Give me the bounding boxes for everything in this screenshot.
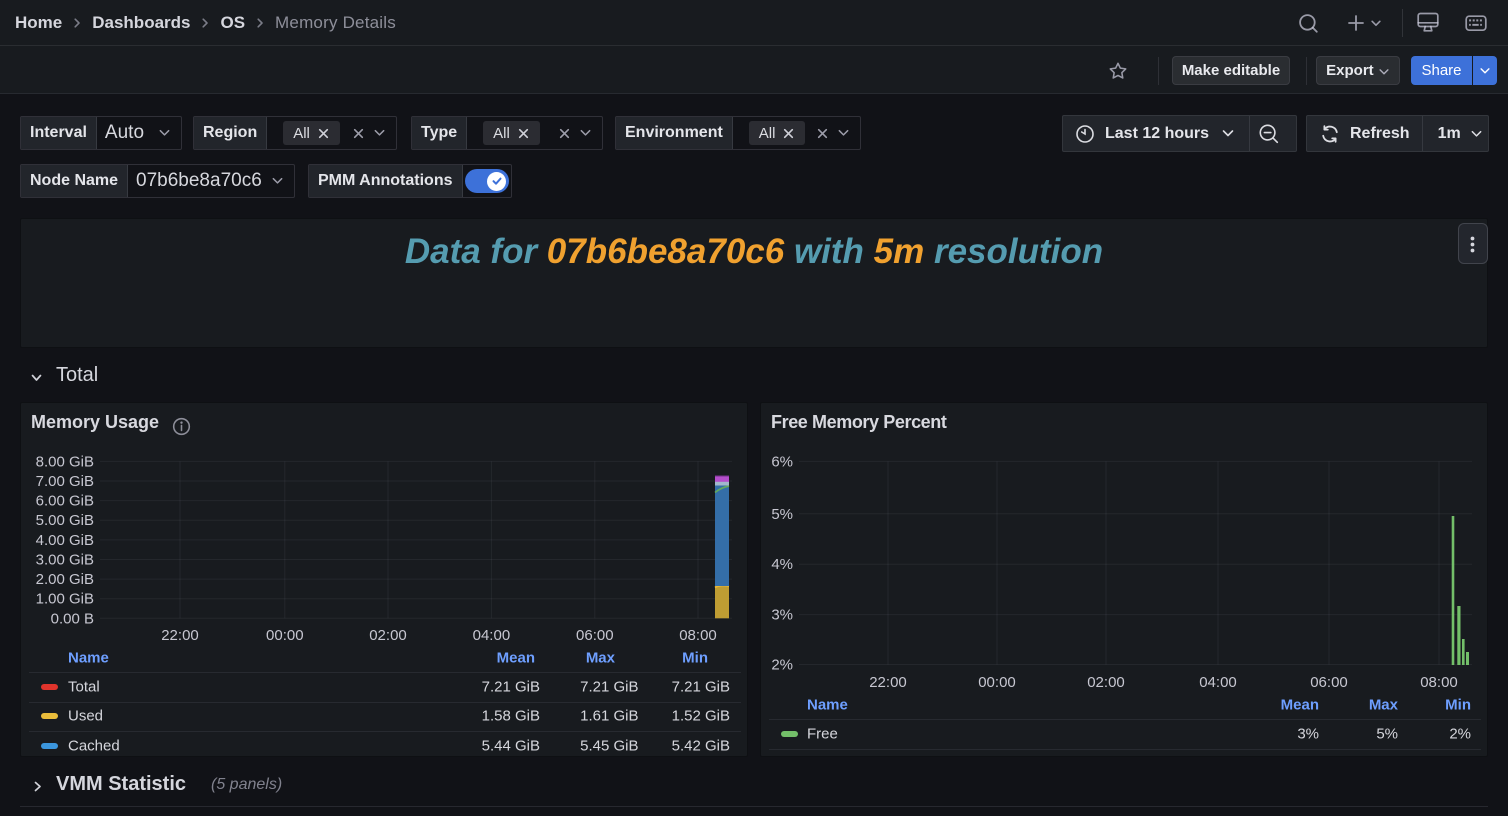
svg-text:7.00 GiB: 7.00 GiB — [36, 473, 94, 490]
svg-text:6.00 GiB: 6.00 GiB — [36, 493, 94, 510]
svg-text:04:00: 04:00 — [473, 627, 511, 644]
svg-text:5%: 5% — [771, 506, 793, 523]
svg-text:4%: 4% — [771, 556, 793, 573]
svg-text:02:00: 02:00 — [369, 627, 407, 644]
svg-text:00:00: 00:00 — [978, 674, 1016, 691]
svg-text:3%: 3% — [771, 607, 793, 624]
svg-text:3.00 GiB: 3.00 GiB — [36, 552, 94, 569]
svg-text:2.00 GiB: 2.00 GiB — [36, 571, 94, 588]
svg-text:06:00: 06:00 — [576, 627, 614, 644]
svg-text:2%: 2% — [771, 657, 793, 674]
svg-text:5.00 GiB: 5.00 GiB — [36, 512, 94, 529]
svg-text:8.00 GiB: 8.00 GiB — [36, 453, 94, 470]
svg-text:0.00 B: 0.00 B — [51, 610, 94, 627]
svg-text:6%: 6% — [771, 453, 793, 470]
svg-text:04:00: 04:00 — [1199, 674, 1237, 691]
svg-text:06:00: 06:00 — [1310, 674, 1348, 691]
svg-text:4.00 GiB: 4.00 GiB — [36, 532, 94, 549]
svg-text:02:00: 02:00 — [1087, 674, 1125, 691]
svg-text:22:00: 22:00 — [161, 627, 199, 644]
svg-text:00:00: 00:00 — [266, 627, 304, 644]
svg-text:08:00: 08:00 — [679, 627, 717, 644]
svg-text:22:00: 22:00 — [869, 674, 907, 691]
svg-text:1.00 GiB: 1.00 GiB — [36, 591, 94, 608]
svg-text:08:00: 08:00 — [1420, 674, 1458, 691]
